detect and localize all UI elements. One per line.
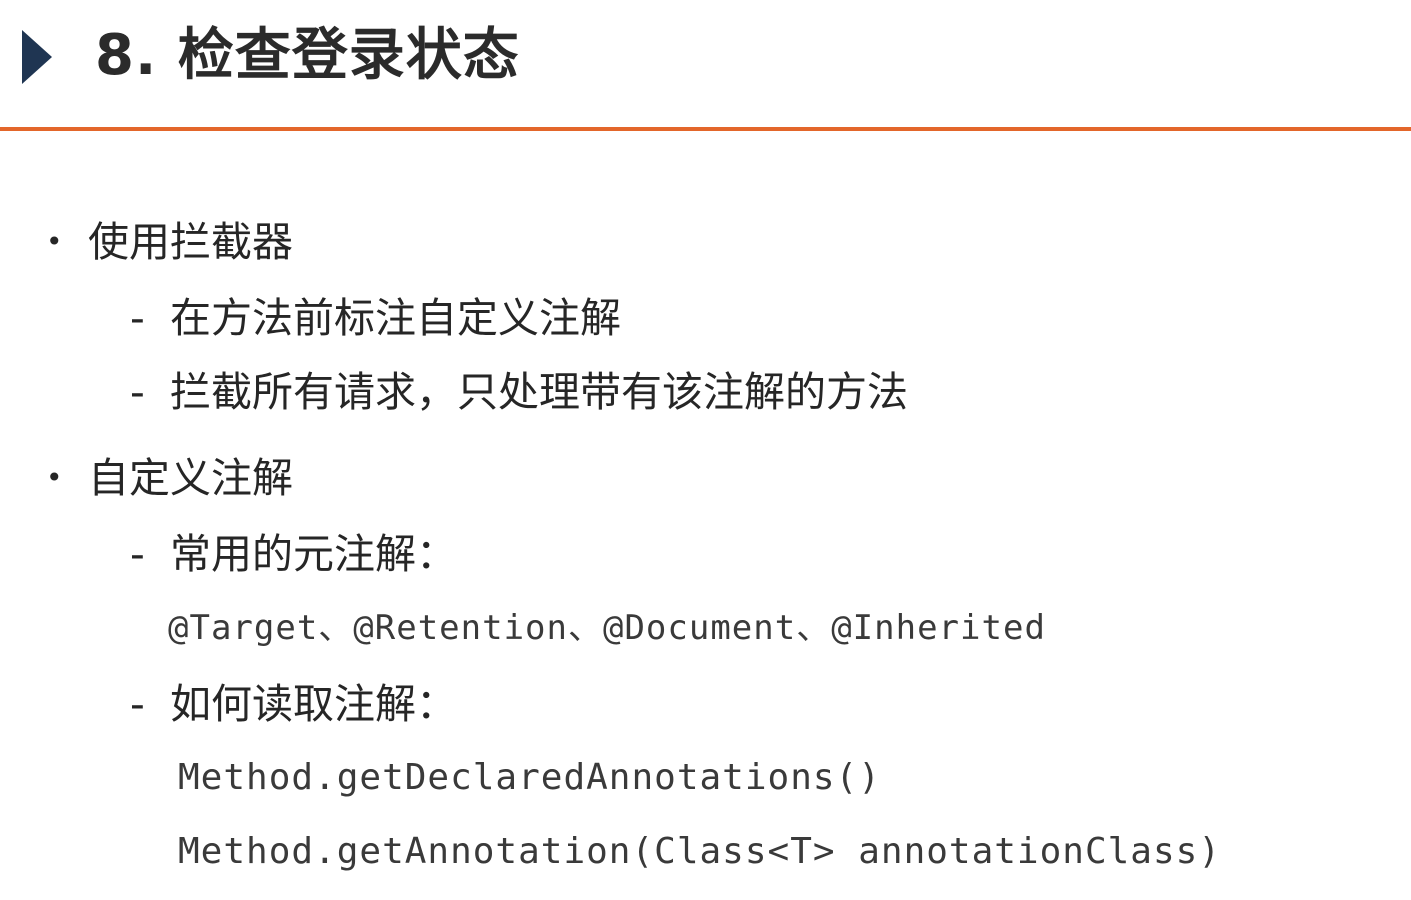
bullet-marker: • bbox=[46, 225, 63, 258]
sub-item-text: 常用的元注解： bbox=[170, 530, 457, 578]
dash-marker: - bbox=[130, 368, 145, 416]
bullet-item: • 自定义注解 bbox=[46, 450, 293, 506]
code-line-declared-annotations: Method.getDeclaredAnnotations() bbox=[178, 757, 881, 798]
bullet-text: 使用拦截器 bbox=[88, 218, 293, 266]
slide-body: • 使用拦截器 - 在方法前标注自定义注解 - 拦截所有请求，只处理带有该注解的方法 … bbox=[0, 0, 1411, 900]
sub-item: - 在方法前标注自定义注解 bbox=[130, 290, 621, 346]
sub-item: - 常用的元注解： bbox=[130, 526, 457, 582]
dash-marker: - bbox=[130, 294, 145, 342]
bullet-marker: • bbox=[46, 461, 63, 494]
dash-marker: - bbox=[130, 530, 145, 578]
sub-item-text: 在方法前标注自定义注解 bbox=[170, 294, 621, 342]
sub-item: - 如何读取注解： bbox=[130, 676, 457, 732]
sub-item-text: 拦截所有请求，只处理带有该注解的方法 bbox=[170, 368, 908, 416]
meta-annotations-code: @Target、@Retention、@Document、@Inherited bbox=[168, 608, 1046, 648]
bullet-item: • 使用拦截器 bbox=[46, 214, 293, 270]
code-line-get-annotation: Method.getAnnotation(Class<T> annotation… bbox=[178, 831, 1221, 872]
bullet-text: 自定义注解 bbox=[88, 454, 293, 502]
sub-item-text: 如何读取注解： bbox=[170, 680, 457, 728]
sub-item: - 拦截所有请求，只处理带有该注解的方法 bbox=[130, 364, 908, 420]
dash-marker: - bbox=[130, 680, 145, 728]
